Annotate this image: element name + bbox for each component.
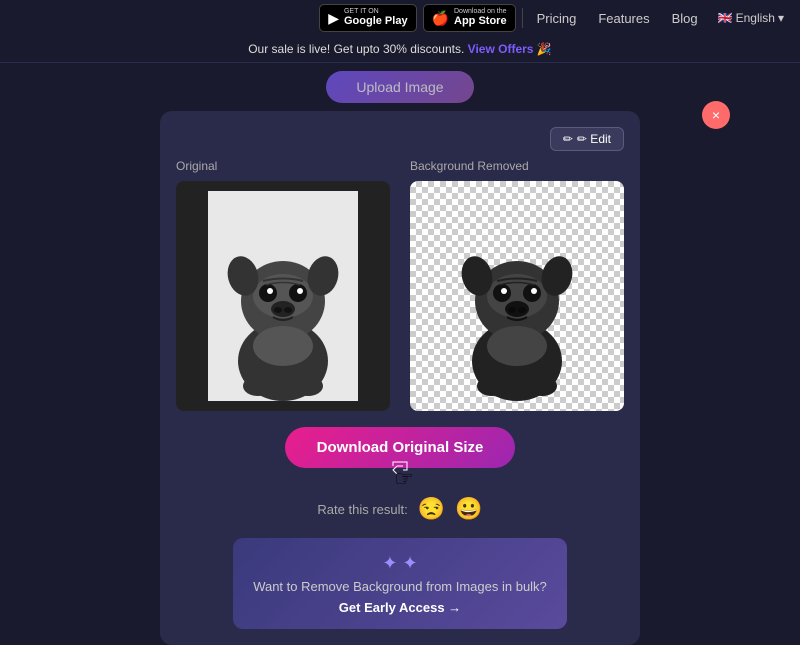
- edit-icon: ✏: [563, 132, 573, 146]
- rating-section: Rate this result: 😒 😀: [317, 496, 482, 522]
- blog-link[interactable]: Blog: [664, 11, 706, 26]
- chevron-down-icon: ▾: [778, 11, 784, 25]
- original-panel: Original: [176, 159, 390, 411]
- google-play-icon: ▶: [328, 10, 339, 27]
- main-card: ✏ ✏ Edit Original: [160, 111, 640, 645]
- bulk-cta-section: ✦ ✦ Want to Remove Background from Image…: [233, 538, 567, 629]
- sale-banner: Our sale is live! Get upto 30% discounts…: [0, 36, 800, 63]
- apple-icon: 🍎: [432, 10, 449, 27]
- upload-image-button[interactable]: Upload Image: [326, 71, 473, 103]
- app-store-button[interactable]: 🍎 Download on the App Store: [423, 4, 516, 32]
- app-store-top-text: Download on the: [454, 8, 507, 15]
- google-play-top-text: GET IT ON: [344, 8, 379, 15]
- edit-button[interactable]: ✏ ✏ Edit: [550, 127, 624, 151]
- bulk-cta-icon: ✦ ✦: [253, 552, 547, 575]
- bulk-cta-link[interactable]: Get Early Access →: [253, 600, 547, 615]
- app-store-main-text: App Store: [454, 15, 507, 28]
- rating-label: Rate this result:: [317, 502, 407, 517]
- cursor-icon: ☞: [394, 466, 414, 492]
- bg-removed-image-box: [410, 181, 624, 411]
- rating-good-emoji[interactable]: 😀: [455, 496, 482, 522]
- bg-removed-panel: Background Removed: [410, 159, 624, 411]
- top-nav: ▶ GET IT ON Google Play 🍎 Download on th…: [0, 0, 800, 36]
- view-offers-link[interactable]: View Offers 🎉: [468, 42, 552, 56]
- upload-bar: Upload Image: [0, 63, 800, 111]
- bg-removed-label: [363, 127, 550, 151]
- download-button[interactable]: Download Original Size: [285, 427, 516, 468]
- bulk-cta-text: Want to Remove Background from Images in…: [253, 579, 547, 594]
- pricing-link[interactable]: Pricing: [529, 11, 585, 26]
- original-label: Original: [176, 159, 390, 173]
- close-button[interactable]: ×: [702, 101, 730, 129]
- download-section: Download Original Size ☞ Rate this resul…: [176, 427, 624, 629]
- original-image-box: [176, 181, 390, 411]
- language-selector[interactable]: 🇬🇧 English ▾: [712, 11, 790, 25]
- edit-label: ✏ Edit: [577, 132, 611, 146]
- bg-removed-dog-image: [442, 191, 592, 401]
- google-play-button[interactable]: ▶ GET IT ON Google Play: [319, 4, 416, 32]
- image-comparison: Original: [176, 159, 624, 411]
- bg-removed-label-text: Background Removed: [410, 159, 624, 173]
- features-link[interactable]: Features: [590, 11, 657, 26]
- rating-bad-emoji[interactable]: 😒: [418, 496, 445, 522]
- lang-label: English: [736, 11, 775, 25]
- sale-text: Our sale is live! Get upto 30% discounts…: [248, 42, 464, 56]
- google-play-main-text: Google Play: [344, 15, 408, 28]
- original-dog-image: [208, 191, 358, 401]
- flag-icon: 🇬🇧: [718, 11, 733, 25]
- edit-panel: ✏ ✏ Edit: [176, 127, 624, 151]
- nav-divider: [522, 8, 523, 28]
